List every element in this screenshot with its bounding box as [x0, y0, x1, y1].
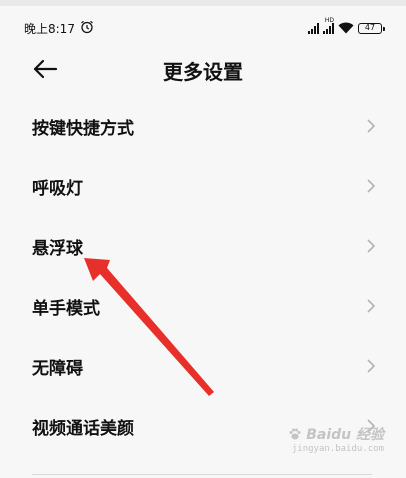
status-bar: 晚上8:17 HD 47 — [0, 10, 406, 44]
settings-list: 按键快捷方式 呼吸灯 悬浮球 单手模式 无障碍 视频通话美颜 — [0, 96, 406, 456]
page-title: 更多设置 — [163, 60, 243, 84]
watermark-url: jingyan.baidu.com — [291, 444, 384, 454]
menu-item-label: 悬浮球 — [32, 239, 83, 259]
alarm-clock-icon — [81, 20, 93, 34]
menu-item-accessibility[interactable]: 无障碍 — [0, 336, 406, 396]
menu-item-floating-ball[interactable]: 悬浮球 — [0, 216, 406, 276]
cellular-signal-icon — [308, 22, 319, 34]
menu-item-label: 视频通话美颜 — [32, 419, 134, 439]
chevron-right-icon — [367, 119, 376, 133]
battery-icon: 47 — [358, 22, 385, 34]
status-time: 晚上8:17 — [24, 22, 75, 36]
menu-item-one-handed-mode[interactable]: 单手模式 — [0, 276, 406, 336]
chevron-right-icon — [367, 359, 376, 373]
paw-icon — [289, 428, 301, 440]
cellular-signal-hd-icon: HD — [323, 17, 334, 34]
chevron-right-icon — [367, 239, 376, 253]
battery-level: 47 — [364, 23, 376, 32]
window-frame-top — [0, 0, 406, 6]
menu-item-label: 单手模式 — [32, 299, 100, 319]
watermark-logo: Baidu 经验 — [288, 424, 384, 444]
watermark-brand: Baidu 经验 — [306, 427, 384, 443]
menu-item-label: 按键快捷方式 — [32, 119, 134, 139]
list-divider — [32, 474, 372, 475]
menu-item-label: 呼吸灯 — [32, 179, 83, 199]
chevron-right-icon — [367, 299, 376, 313]
page-header: 更多设置 — [0, 48, 406, 92]
wifi-icon — [338, 22, 354, 34]
menu-item-label: 无障碍 — [32, 359, 83, 379]
menu-item-key-shortcuts[interactable]: 按键快捷方式 — [0, 96, 406, 156]
chevron-right-icon — [367, 179, 376, 193]
status-icons: HD 47 — [308, 17, 385, 36]
menu-item-breathing-light[interactable]: 呼吸灯 — [0, 156, 406, 216]
watermark: Baidu 经验 jingyan.baidu.com — [288, 424, 384, 454]
